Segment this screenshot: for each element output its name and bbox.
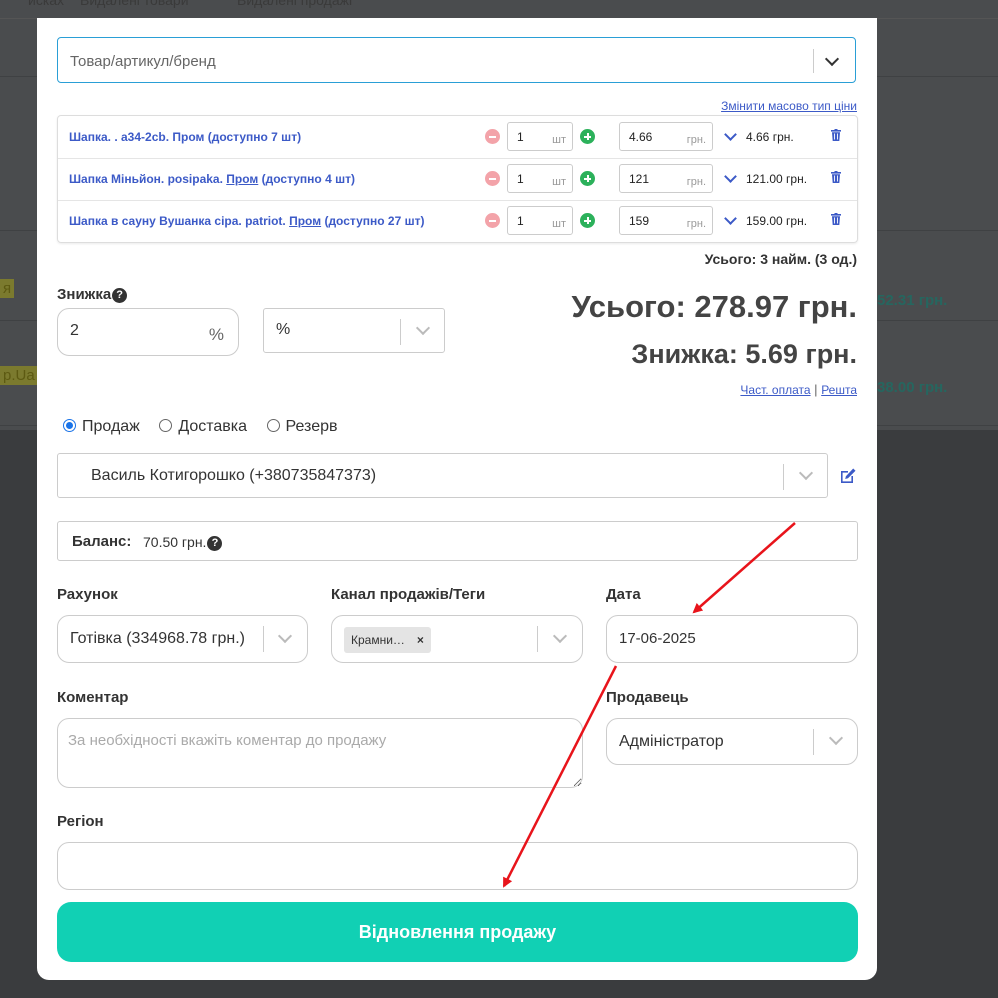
radio-checked-icon[interactable] [63, 419, 76, 432]
account-select[interactable]: Готівка (334968.78 грн.) [57, 615, 308, 663]
select-separator [813, 49, 814, 73]
total-amount: Усього: 278.97 грн. [571, 289, 857, 324]
discount-amount: Знижка: 5.69 грн. [631, 339, 857, 369]
radio-unchecked-icon[interactable] [266, 419, 280, 432]
cart-item-row: Шапка Міньйон. posipaka. Пром (доступно … [58, 158, 857, 201]
discount-input[interactable]: 2 % [57, 308, 239, 356]
cart-item-row: Шапка в сауну Вушанка сіра. patriot. Про… [58, 200, 857, 242]
trash-icon[interactable] [831, 213, 841, 225]
seller-select[interactable]: Адміністратор [606, 718, 858, 765]
channel-select[interactable]: Крамни… × [331, 615, 583, 663]
date-label: Дата [606, 586, 641, 603]
sale-type-radio-group: Продаж Доставка Резерв [63, 418, 352, 436]
restore-sale-button[interactable]: Відновлення продажу [57, 902, 858, 962]
select-separator [537, 626, 538, 652]
item-total: 121.00 грн. [746, 172, 808, 186]
help-icon[interactable]: ? [112, 288, 128, 303]
chevron-down-icon[interactable] [552, 628, 568, 644]
increase-qty-icon[interactable] [580, 213, 595, 228]
bulk-price-type-link[interactable]: Змінити масово тип ціни [721, 99, 857, 113]
balance-value: 70.50 грн.? [143, 534, 223, 551]
comment-label: Коментар [57, 689, 129, 706]
chevron-down-icon[interactable] [824, 51, 840, 67]
background-tag: p.Ua [0, 366, 38, 385]
background-amount: 52.31 грн. [877, 292, 948, 309]
items-summary: Усього: 3 найм. (3 од.) [704, 251, 857, 267]
product-search-input[interactable] [68, 38, 792, 84]
decrease-qty-icon[interactable] [485, 171, 500, 186]
qty-input[interactable]: 1 шт [507, 206, 573, 235]
item-name[interactable]: Шапка в сауну Вушанка сіра. patriot. Про… [69, 214, 424, 228]
cart-items-list: Шапка. . a34-2cb. Пром (доступно 7 шт) 1… [57, 115, 858, 243]
item-price-type: Пром [226, 172, 259, 186]
increase-qty-icon[interactable] [580, 129, 595, 144]
chevron-down-icon[interactable] [415, 320, 431, 336]
select-separator [400, 319, 401, 345]
select-separator [263, 626, 264, 652]
select-separator [783, 464, 784, 490]
cart-item-row: Шапка. . a34-2cb. Пром (доступно 7 шт) 1… [58, 116, 857, 159]
discount-type-select[interactable]: % [263, 308, 445, 353]
discount-unit: % [208, 325, 224, 344]
region-input[interactable] [57, 842, 858, 890]
payment-links: Част. оплата | Решта [740, 382, 857, 397]
radio-reserve[interactable]: Резерв [266, 418, 337, 435]
chevron-down-icon[interactable] [798, 465, 814, 481]
price-type-chevron-icon[interactable] [724, 128, 737, 141]
increase-qty-icon[interactable] [580, 171, 595, 186]
qty-input[interactable]: 1 шт [507, 122, 573, 151]
seller-label: Продавець [606, 689, 689, 706]
trash-icon[interactable] [831, 171, 841, 183]
channel-label: Канал продажів/Теги [331, 586, 486, 603]
radio-unchecked-icon[interactable] [159, 419, 173, 432]
price-input[interactable]: 121 грн. [619, 164, 713, 193]
qty-input[interactable]: 1 шт [507, 164, 573, 193]
remove-tag-icon[interactable]: × [417, 633, 424, 647]
item-name[interactable]: Шапка. . a34-2cb. Пром (доступно 7 шт) [69, 130, 301, 144]
region-label: Регіон [57, 813, 104, 830]
balance-label: Баланс: [72, 533, 132, 550]
help-icon[interactable]: ? [207, 536, 223, 551]
channel-tag: Крамни… × [344, 627, 431, 653]
radio-sale[interactable]: Продаж [63, 418, 140, 435]
product-search-select[interactable] [57, 37, 856, 84]
background-tab: исках [28, 0, 65, 8]
comment-textarea[interactable] [57, 718, 583, 788]
decrease-qty-icon[interactable] [485, 213, 500, 228]
chevron-down-icon[interactable] [828, 730, 844, 746]
date-input[interactable]: 17-06-2025 [606, 615, 858, 663]
select-separator [813, 729, 814, 755]
decrease-qty-icon[interactable] [485, 129, 500, 144]
background-tag: я [0, 279, 15, 298]
change-link[interactable]: Решта [821, 383, 857, 397]
sale-modal: Змінити масово тип ціни Шапка. . a34-2cb… [37, 18, 877, 980]
edit-icon[interactable] [839, 467, 857, 485]
balance-box: Баланс: 70.50 грн.? [57, 521, 858, 561]
item-name[interactable]: Шапка Міньйон. posipaka. Пром (доступно … [69, 172, 355, 186]
account-label: Рахунок [57, 586, 118, 603]
link-separator: | [814, 382, 818, 397]
background-tab: Видалені продажі [237, 0, 353, 8]
item-price-type: Пром [289, 214, 322, 228]
price-input[interactable]: 4.66 грн. [619, 122, 713, 151]
partial-payment-link[interactable]: Част. оплата [740, 383, 810, 397]
price-input[interactable]: 159 грн. [619, 206, 713, 235]
item-total: 4.66 грн. [746, 130, 794, 144]
price-type-chevron-icon[interactable] [724, 212, 737, 225]
background-tab: Видалені товари [80, 0, 189, 8]
item-price-type: Пром [172, 130, 205, 144]
item-total: 159.00 грн. [746, 214, 808, 228]
radio-delivery[interactable]: Доставка [159, 418, 247, 435]
chevron-down-icon[interactable] [277, 628, 293, 644]
discount-label: Знижка? [57, 286, 128, 303]
trash-icon[interactable] [831, 129, 841, 141]
price-type-chevron-icon[interactable] [724, 170, 737, 183]
background-tabs: исках Видалені товари Видалені продажі [0, 0, 998, 19]
customer-select[interactable]: Василь Котигорошко (+380735847373) [57, 453, 828, 498]
background-amount: 38.00 грн. [877, 379, 948, 396]
